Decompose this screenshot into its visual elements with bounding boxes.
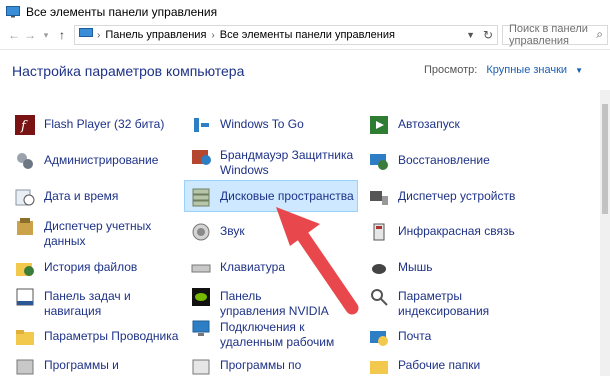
annotation-arrow-icon: [276, 207, 359, 315]
